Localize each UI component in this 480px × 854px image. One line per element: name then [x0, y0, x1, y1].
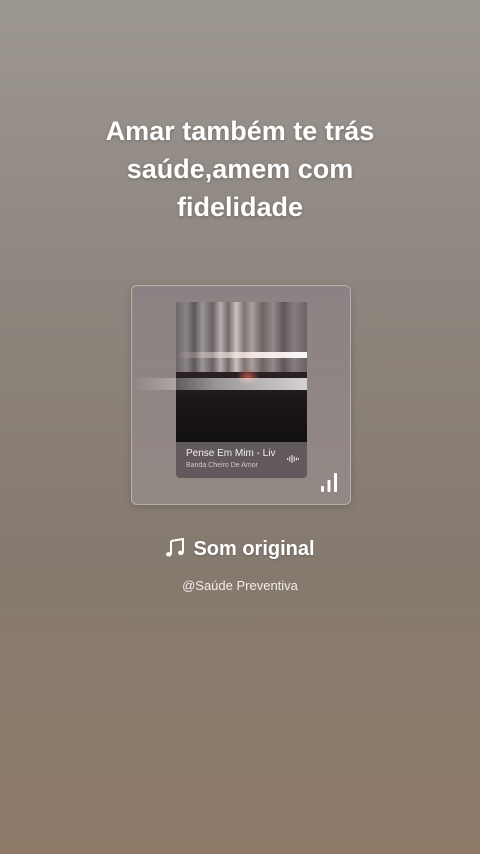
sound-author-link[interactable]: @Saúde Preventiva	[0, 578, 480, 593]
audio-wave-icon	[287, 455, 299, 463]
caption-line-2: saúde,amem com	[126, 154, 354, 184]
music-card[interactable]: Pense Em Mim - Liv Banda Cheiro De Amor	[131, 285, 351, 505]
track-artist: Banda Cheiro De Amor	[186, 462, 258, 469]
glow-streak	[132, 378, 307, 390]
original-sound-button[interactable]: Som original	[0, 538, 480, 561]
album-art-light-streak	[176, 352, 307, 358]
music-note-icon	[166, 538, 185, 557]
signal-bars-icon	[321, 473, 337, 492]
caption-line-1: Amar também te trás	[105, 116, 375, 146]
track-info-bar[interactable]: Pense Em Mim - Liv Banda Cheiro De Amor	[176, 442, 307, 478]
caption-text: Amar também te trás saúde,amem com fidel…	[40, 112, 440, 226]
sound-label: Som original	[193, 538, 315, 560]
reel-page: { "caption": { "line1": "Amar também te …	[0, 0, 480, 854]
caption-line-3: fidelidade	[176, 192, 304, 222]
track-title: Pense Em Mim - Liv	[186, 448, 276, 459]
